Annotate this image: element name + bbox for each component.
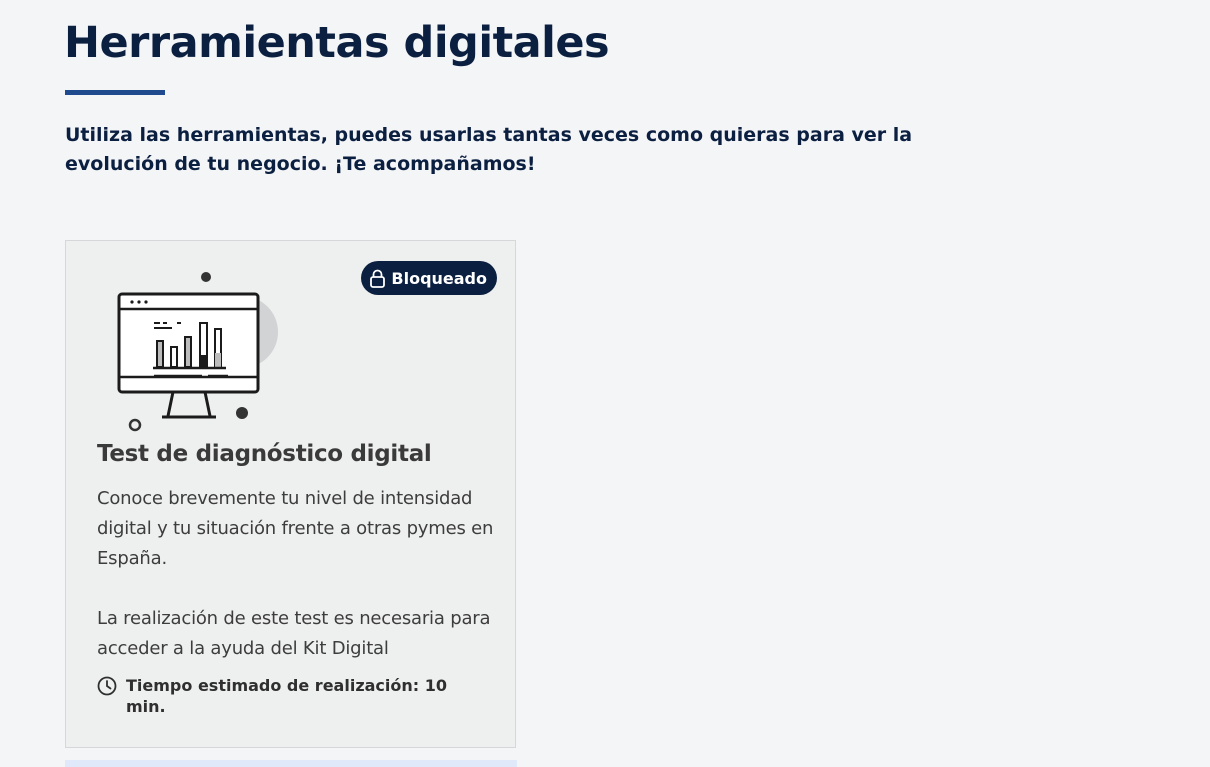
estimated-time-label: Tiempo estimado de realización: 10 min. bbox=[126, 676, 448, 716]
status-badge-label: Bloqueado bbox=[391, 268, 487, 288]
tool-card-digital-test[interactable]: Bloqueado Test de diagnóstico digital Co… bbox=[65, 240, 516, 748]
clock-icon bbox=[97, 676, 117, 700]
monitor-chart-icon bbox=[102, 267, 292, 437]
status-badge: Bloqueado bbox=[361, 261, 497, 295]
intro-text: Utiliza las herramientas, puedes usarlas… bbox=[65, 124, 913, 175]
card-title: Test de diagnóstico digital bbox=[97, 441, 432, 467]
lock-icon bbox=[369, 269, 386, 288]
next-tool-card[interactable] bbox=[65, 760, 517, 767]
page-title: Herramientas digitales bbox=[64, 18, 610, 68]
title-underline bbox=[65, 90, 165, 95]
estimated-time: Tiempo estimado de realización: 10 min. bbox=[97, 675, 477, 717]
card-description: Conoce brevemente tu nivel de intensidad… bbox=[97, 488, 494, 569]
card-note: La realización de este test es necesaria… bbox=[97, 608, 491, 659]
